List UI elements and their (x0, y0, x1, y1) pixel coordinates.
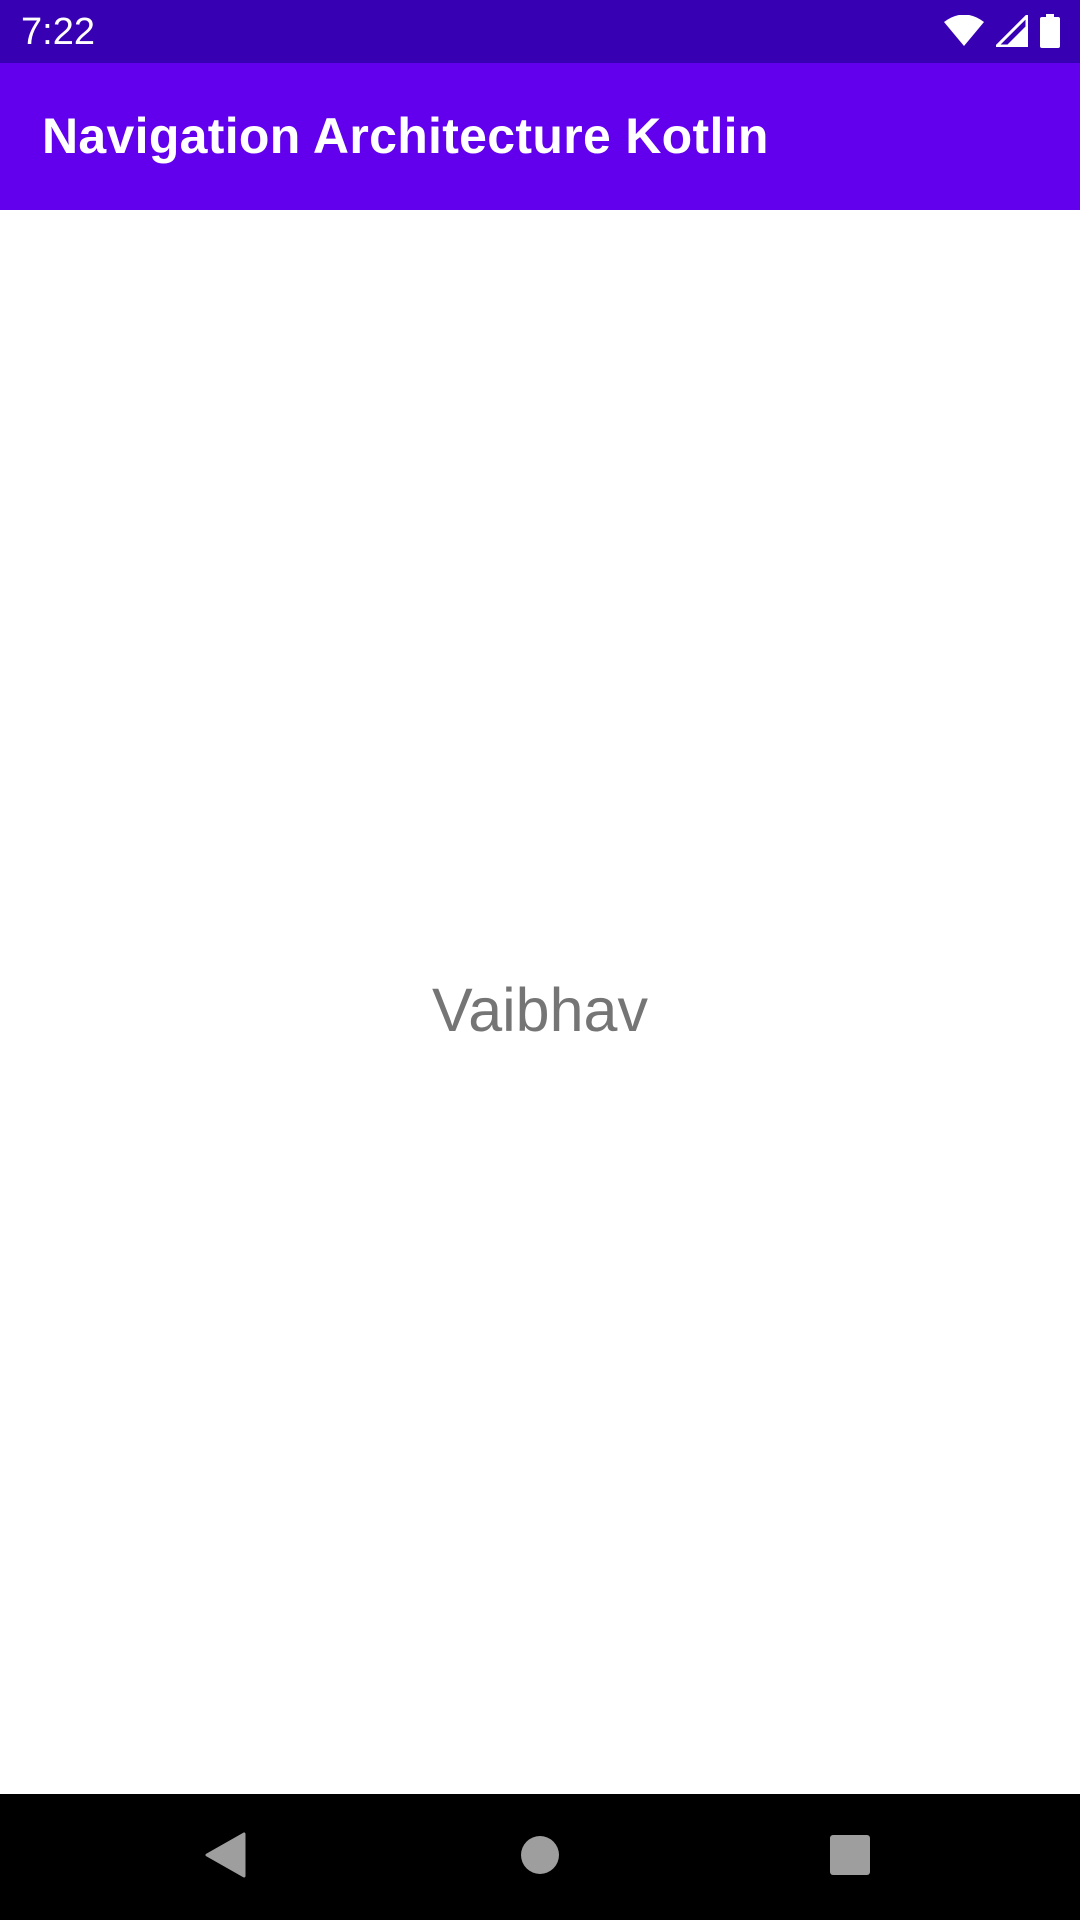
wifi-icon (944, 15, 984, 47)
recents-icon (830, 1834, 870, 1880)
status-time: 7:22 (21, 11, 95, 53)
screen: 7:22 Navigation Architecture Kotlin Vaib… (0, 0, 1080, 1920)
back-button[interactable] (162, 1794, 288, 1920)
status-icons (944, 14, 1060, 48)
name-label: Vaibhav (432, 976, 648, 1044)
back-icon (204, 1832, 246, 1883)
app-bar: Navigation Architecture Kotlin (0, 63, 1080, 210)
recents-button[interactable] (787, 1794, 913, 1920)
status-bar: 7:22 (0, 0, 1080, 63)
navigation-bar (0, 1794, 1080, 1920)
app-title: Navigation Architecture Kotlin (42, 108, 769, 164)
cell-signal-icon (996, 15, 1028, 47)
home-button[interactable] (477, 1794, 603, 1920)
battery-icon (1040, 14, 1060, 48)
content-area: Vaibhav (0, 210, 1080, 1794)
home-icon (520, 1835, 560, 1880)
